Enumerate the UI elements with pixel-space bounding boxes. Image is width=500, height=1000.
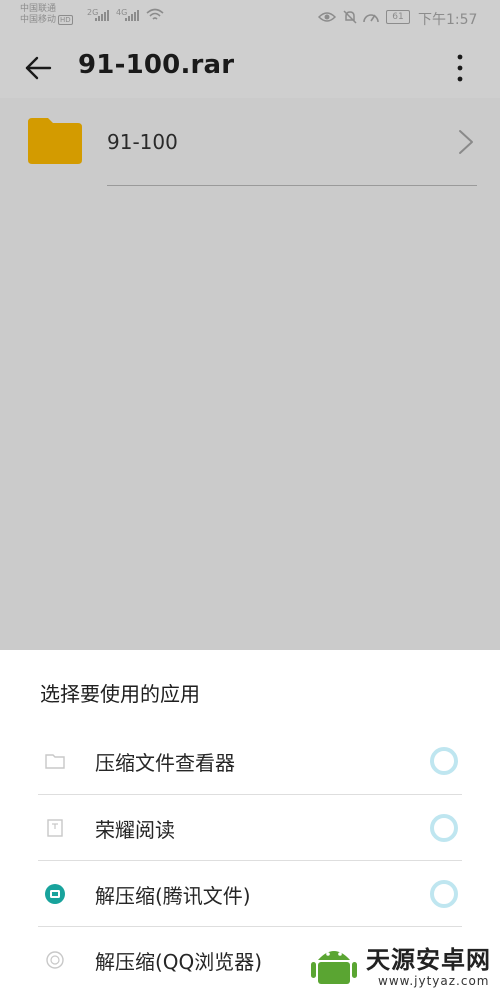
watermark-url: www.jytyaz.com: [378, 974, 490, 988]
file-list: 91-100: [0, 98, 500, 650]
mute-bell-icon: [343, 10, 357, 24]
more-options-icon[interactable]: [452, 52, 468, 84]
signal-bars-2-icon: [125, 10, 139, 21]
back-arrow-icon[interactable]: [24, 54, 52, 82]
hd-badge: HD: [58, 15, 73, 25]
sheet-title: 选择要使用的应用: [40, 682, 200, 706]
wifi-icon: [146, 8, 164, 20]
eye-comfort-icon: [318, 12, 336, 22]
status-time: 下午1:57: [418, 12, 478, 28]
list-item-label: 91-100: [107, 130, 178, 154]
qq-browser-icon: [46, 951, 64, 969]
app-option-compressed-viewer[interactable]: 压缩文件查看器: [0, 728, 500, 794]
row-divider: [107, 185, 477, 186]
battery-level: 61: [392, 12, 404, 22]
radio-button[interactable]: [430, 880, 458, 908]
carrier-1: 中国联通: [20, 4, 57, 14]
page-title: 91-100.rar: [78, 50, 235, 80]
app-option-label: 压缩文件查看器: [95, 751, 235, 775]
app-option-label: 解压缩(腾讯文件): [95, 884, 251, 908]
app-option-label: 荣耀阅读: [95, 818, 175, 842]
app-option-tencent-files[interactable]: 解压缩(腾讯文件): [0, 861, 500, 927]
carrier-2: 中国移动: [20, 15, 57, 25]
carrier-info: 中国联通 中国移动 HD: [20, 4, 73, 26]
app-option-honor-reader[interactable]: 荣耀阅读: [0, 795, 500, 861]
chevron-right-icon: [459, 130, 473, 154]
signal-bars-1-icon: [95, 10, 109, 21]
list-item[interactable]: 91-100: [0, 98, 500, 186]
tencent-files-icon: [45, 884, 65, 904]
book-icon: [47, 819, 63, 837]
folder-icon: [28, 118, 82, 164]
status-bar: 中国联通 中国移动 HD 2G 4G 61 下午1:57: [0, 0, 500, 36]
radio-button[interactable]: [430, 814, 458, 842]
folder-outline-icon: [45, 754, 65, 769]
battery-icon: 61: [386, 10, 410, 24]
watermark: 天源安卓网 www.jytyaz.com: [304, 932, 500, 996]
android-logo-icon: [311, 951, 357, 984]
app-option-label: 解压缩(QQ浏览器): [95, 950, 263, 974]
radio-button[interactable]: [430, 747, 458, 775]
app-bar: 91-100.rar: [0, 36, 500, 98]
speedometer-icon: [363, 14, 379, 23]
watermark-title: 天源安卓网: [366, 946, 491, 974]
